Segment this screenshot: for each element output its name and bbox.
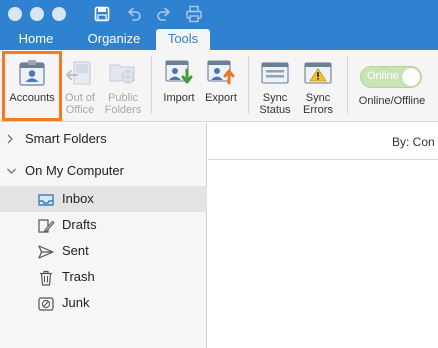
- public-folders-button[interactable]: Public Folders: [101, 54, 145, 118]
- folder-label: Drafts: [62, 217, 97, 232]
- ribbon-divider: [151, 56, 152, 114]
- sort-by-button[interactable]: By: Con: [392, 135, 435, 149]
- junk-icon: [37, 295, 55, 311]
- ribbon-toolbar: Accounts Out of Office Public Folders Im…: [0, 50, 438, 122]
- folder-sent[interactable]: Sent: [0, 238, 207, 264]
- online-offline-toggle[interactable]: Online: [360, 66, 422, 88]
- tab-tools[interactable]: Tools: [156, 29, 210, 50]
- folder-label: Inbox: [62, 191, 94, 206]
- online-offline-label: Online/Offline: [358, 95, 426, 107]
- public-folders-icon: [108, 59, 138, 87]
- ribbon-tab-bar: Home Organize Tools: [0, 29, 438, 50]
- zoom-window-button[interactable]: [52, 7, 66, 21]
- accounts-label: Accounts: [9, 92, 55, 104]
- drafts-icon: [37, 217, 55, 233]
- export-button[interactable]: Export: [201, 54, 241, 118]
- ribbon-divider: [347, 56, 348, 114]
- toggle-knob: [402, 68, 420, 86]
- sync-status-button[interactable]: Sync Status: [255, 54, 295, 118]
- export-icon: [206, 59, 236, 87]
- sync-errors-label-line1: Sync: [305, 92, 331, 104]
- sync-errors-label-line2: Errors: [303, 104, 333, 116]
- on-my-computer-group[interactable]: On My Computer: [0, 159, 207, 183]
- folder-trash[interactable]: Trash: [0, 264, 207, 290]
- export-label: Export: [205, 92, 237, 104]
- sync-status-label-line2: Status: [259, 104, 291, 116]
- online-toggle-state: Online: [367, 70, 399, 82]
- sync-errors-button[interactable]: Sync Errors: [298, 54, 338, 118]
- folder-inbox[interactable]: Inbox: [0, 186, 207, 212]
- sync-status-label-line1: Sync: [262, 92, 288, 104]
- import-icon: [164, 59, 194, 87]
- tab-home[interactable]: Home: [2, 29, 70, 50]
- ribbon-divider: [248, 56, 249, 114]
- print-icon[interactable]: [184, 4, 204, 24]
- title-bar: [0, 0, 438, 29]
- out-of-office-label-line2: Office: [65, 104, 95, 116]
- sync-status-icon: [260, 59, 290, 87]
- folder-label: Junk: [62, 295, 90, 310]
- undo-icon[interactable]: [124, 4, 144, 24]
- sync-errors-icon: [303, 59, 333, 87]
- folder-label: Trash: [62, 269, 95, 284]
- redo-icon[interactable]: [154, 4, 174, 24]
- chevron-right-icon[interactable]: [6, 127, 15, 160]
- out-of-office-icon: [65, 59, 95, 87]
- on-my-computer-label: On My Computer: [25, 163, 124, 178]
- tab-organize[interactable]: Organize: [76, 29, 152, 50]
- close-window-button[interactable]: [8, 7, 22, 21]
- out-of-office-label-line1: Out of: [65, 92, 95, 104]
- import-label: Import: [163, 92, 195, 104]
- save-icon[interactable]: [92, 4, 112, 24]
- trash-icon: [37, 269, 55, 286]
- smart-folders-group[interactable]: Smart Folders: [0, 127, 207, 151]
- smart-folders-label: Smart Folders: [25, 131, 107, 146]
- message-list-pane: By: Con: [208, 123, 438, 348]
- folder-sidebar: Smart Folders On My Computer Inbox Draft…: [0, 123, 207, 348]
- public-folders-label-line2: Folders: [104, 104, 142, 116]
- accounts-button[interactable]: Accounts: [2, 51, 62, 121]
- folder-drafts[interactable]: Drafts: [0, 212, 207, 238]
- inbox-icon: [37, 191, 55, 207]
- out-of-office-button[interactable]: Out of Office: [60, 54, 100, 118]
- accounts-icon: [17, 59, 47, 87]
- sort-bar: By: Con: [208, 123, 438, 160]
- sent-icon: [37, 243, 55, 259]
- folder-label: Sent: [62, 243, 89, 258]
- import-button[interactable]: Import: [159, 54, 199, 118]
- folder-junk[interactable]: Junk: [0, 290, 207, 316]
- minimize-window-button[interactable]: [30, 7, 44, 21]
- public-folders-label-line1: Public: [108, 92, 138, 104]
